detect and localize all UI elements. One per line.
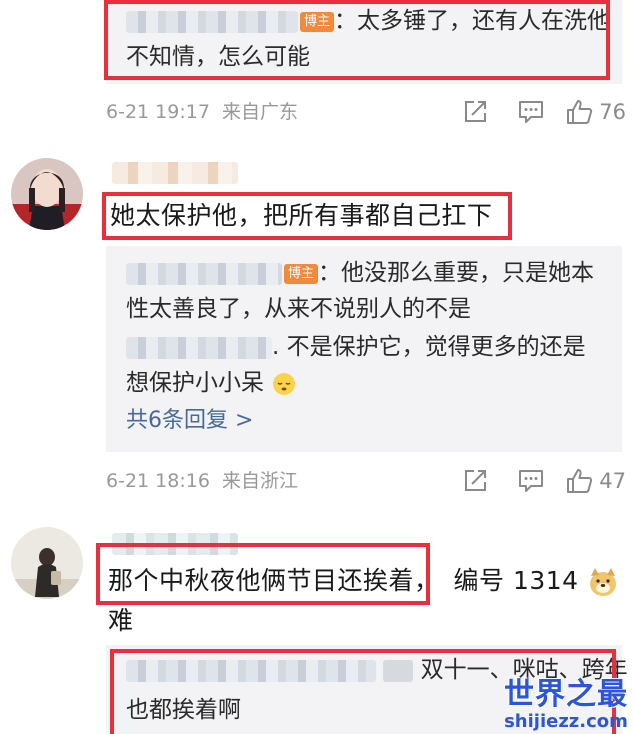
comment-location: 来自广东 xyxy=(222,101,299,123)
comment-button[interactable] xyxy=(503,465,559,497)
watermark-title: 世界之最 xyxy=(504,677,628,712)
author-badge: 博主 xyxy=(284,263,319,284)
watermark-url: shijiezz.com xyxy=(504,711,628,732)
comment-text-part: 编号 1314 xyxy=(453,566,579,595)
blurred-username[interactable] xyxy=(126,262,282,285)
like-count: 47 xyxy=(599,469,626,493)
comment-3: 那个中秋夜他俩节目还挨着，编号 1314 难 道? 双十一、咪咕、跨年 也都挨着… xyxy=(0,505,634,734)
reply-panel[interactable]: 博主 ：他没那么重要，只是她本 性太善良了，从来不说别人的不是 . 不是保护它，觉… xyxy=(106,246,622,452)
thumbs-up-icon xyxy=(567,469,593,493)
comment-meta: 6-21 19:17 来自广东 xyxy=(106,97,298,127)
reply-text: ：他没那么重要，只是她本 xyxy=(318,260,595,286)
doge-emoji xyxy=(590,568,617,596)
like-count: 76 xyxy=(599,100,626,124)
blurred-username[interactable] xyxy=(112,162,238,184)
comment-button[interactable] xyxy=(503,96,559,128)
avatar-image xyxy=(11,158,83,230)
comment-meta: 6-21 18:16 来自浙江 xyxy=(106,466,298,496)
avatar[interactable] xyxy=(11,158,83,230)
avatar-image xyxy=(11,527,83,599)
comment-bubble-icon xyxy=(519,101,544,123)
highlight-box xyxy=(104,0,610,80)
highlight-box xyxy=(102,192,512,240)
share-square-icon xyxy=(465,470,487,491)
comment-text-part: 难 xyxy=(108,606,134,635)
repost-button[interactable] xyxy=(447,465,503,497)
comment-actions: 76 xyxy=(447,96,626,128)
reply-line: 博主 ：他没那么重要，只是她本 xyxy=(126,254,594,292)
comment-1: 博主 ：太多锤了，还有人在洗他 不知情，怎么可能 6-21 19:17 来自广东 … xyxy=(0,0,634,150)
reply-line: 想保护小小呆 xyxy=(126,364,297,402)
sleepy-face-emoji xyxy=(273,372,296,395)
like-button[interactable]: 47 xyxy=(565,467,626,495)
thumbs-up-icon xyxy=(567,100,593,124)
more-replies-link[interactable]: 共6条回复 > xyxy=(126,404,253,438)
repost-button[interactable] xyxy=(447,96,503,128)
comment-time: 6-21 18:16 xyxy=(106,470,210,492)
comment-time: 6-21 19:17 xyxy=(106,101,210,123)
comment-actions: 47 xyxy=(447,465,626,497)
comment-location: 来自浙江 xyxy=(222,470,299,492)
reply-line: 性太善良了，从来不说别人的不是 xyxy=(126,296,471,322)
highlight-box xyxy=(96,543,430,605)
blurred-username[interactable] xyxy=(126,336,272,359)
reply-text: . 不是保护它，觉得更多的还是 xyxy=(272,334,586,360)
comment-2: 她太保护他，把所有事都自己扛下 博主 ：他没那么重要，只是她本 性太善良了，从来不… xyxy=(0,150,634,505)
comment-bubble-icon xyxy=(519,470,544,492)
watermark: 世界之最 shijiezz.com xyxy=(504,678,628,732)
reply-line: . 不是保护它，觉得更多的还是 xyxy=(126,328,586,366)
reply-text: 想保护小小呆 xyxy=(126,370,264,396)
like-button[interactable]: 76 xyxy=(565,98,626,126)
avatar[interactable] xyxy=(11,527,83,599)
share-square-icon xyxy=(465,101,487,122)
